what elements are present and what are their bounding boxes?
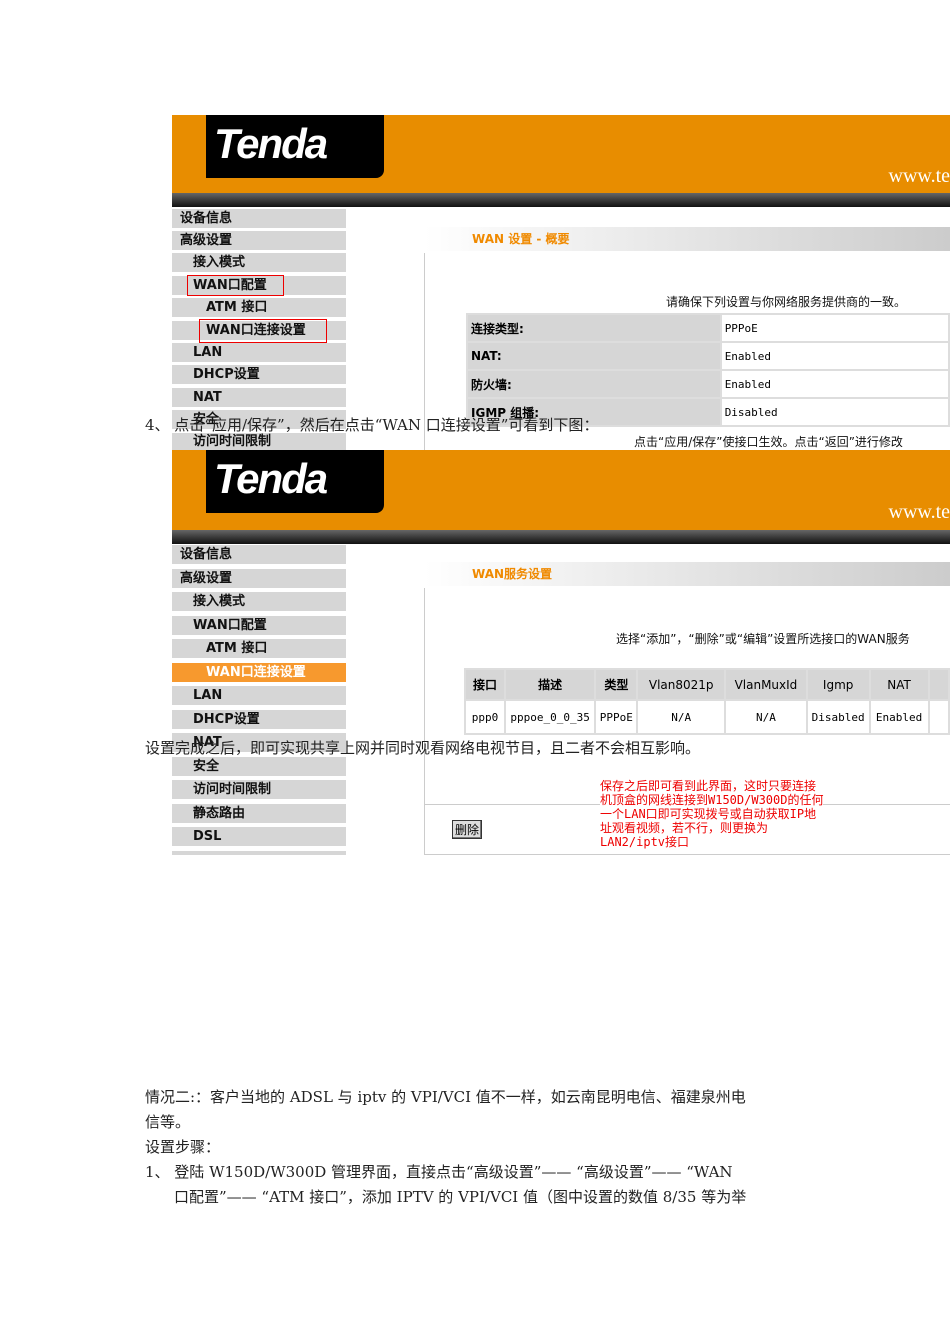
value: Enabled — [719, 341, 950, 371]
website-url: www.te — [888, 501, 950, 523]
sidebar-item[interactable] — [172, 850, 346, 855]
column-header — [927, 668, 950, 701]
sidebar-item[interactable]: ATM 接口 — [172, 639, 346, 658]
sidebar-item[interactable]: 接入模式 — [172, 253, 346, 272]
router-screenshot-wan-summary: Tenda www.te 设备信息 高级设置 接入模式 WAN口配置 ATM 接… — [172, 115, 950, 450]
sidebar-item[interactable]: 安全 — [172, 756, 346, 776]
cell: Disabled — [805, 699, 871, 735]
step-1-line1: 1、 登陆 W150D/W300D 管理界面，直接点击“高级设置”—— “高级设… — [145, 1163, 733, 1181]
website-url: www.te — [888, 165, 950, 187]
column-header: 类型 — [594, 668, 639, 701]
label: NAT: — [466, 341, 722, 371]
case2-line1: 情况二:：客户当地的 ADSL 与 iptv 的 VPI/VCI 值不一样，如云… — [145, 1088, 746, 1106]
sidebar-item[interactable]: NAT — [172, 388, 346, 407]
value: Disabled — [719, 397, 950, 427]
table-header-row: 接口 描述 类型 Vlan8021p VlanMuxId Igmp NAT — [464, 668, 950, 701]
cell — [927, 699, 950, 735]
header-banner: Tenda www.te — [172, 450, 950, 530]
step-1-line2: 口配置”—— “ATM 接口”，添加 IPTV 的 VPI/VCI 值（图中设置… — [174, 1188, 747, 1206]
cell: ppp0 — [464, 699, 506, 735]
table-row: NAT: Enabled — [466, 341, 950, 371]
instruction-text: 请确保下列设置与你网络服务提供商的一致。 — [666, 295, 907, 309]
header-divider — [172, 530, 950, 544]
sidebar-item[interactable]: LAN — [172, 686, 346, 705]
table-row: 防火墙: Enabled — [466, 369, 950, 399]
column-header: 描述 — [503, 668, 597, 701]
value: PPPoE — [719, 313, 950, 343]
sidebar-item[interactable]: 设备信息 — [172, 545, 346, 564]
sidebar-item[interactable]: 静态路由 — [172, 803, 346, 823]
label: 连接类型: — [466, 313, 722, 343]
sidebar-item[interactable]: 高级设置 — [172, 231, 346, 250]
cell: Enabled — [868, 699, 930, 735]
sidebar-item[interactable]: ATM 接口 — [172, 298, 346, 317]
sidebar-item[interactable]: 访问时间限制 — [172, 433, 346, 450]
delete-button[interactable]: 删除 — [452, 820, 483, 839]
case2-line2: 信等。 — [145, 1113, 191, 1131]
sidebar-item[interactable]: DHCP设置 — [172, 709, 346, 729]
wan-service-table: 接口 描述 类型 Vlan8021p VlanMuxId Igmp NAT pp… — [464, 668, 950, 735]
header-banner: Tenda www.te — [172, 115, 950, 193]
instruction-text: 选择“添加”，“删除”或“编辑”设置所选接口的WAN服务 — [616, 632, 910, 646]
cell: PPPoE — [594, 699, 639, 735]
highlight-box — [199, 319, 327, 343]
sidebar-item[interactable]: LAN — [172, 343, 346, 362]
value: Enabled — [719, 369, 950, 399]
label: 防火墙: — [466, 369, 722, 399]
steps-title: 设置步骤： — [145, 1138, 221, 1156]
sidebar-item[interactable]: DHCP设置 — [172, 365, 346, 384]
sidebar-item[interactable]: 接入模式 — [172, 592, 346, 611]
table-row: ppp0 pppoe_0_0_35 PPPoE N/A N/A Disabled… — [464, 699, 950, 735]
column-header: Vlan8021p — [636, 668, 727, 701]
step-4-text: 4、 点击“应用/保存”，然后在点击“WAN 口连接设置”可看到下图： — [145, 416, 599, 434]
column-header: Igmp — [805, 668, 871, 701]
content-title: WAN 设置 - 概要 — [424, 227, 950, 251]
header-divider — [172, 193, 950, 207]
document-page: Tenda www.te 设备信息 高级设置 接入模式 WAN口配置 ATM 接… — [0, 0, 950, 1344]
router-screenshot-wan-service: Tenda www.te 设备信息 高级设置 接入模式 WAN口配置 ATM 接… — [172, 450, 950, 855]
result-text: 设置完成之后，即可实现共享上网并同时观看网络电视节目，且二者不会相互影响。 — [145, 739, 701, 757]
column-header: VlanMuxId — [724, 668, 808, 701]
highlight-box — [187, 275, 284, 296]
sidebar-item[interactable]: DSL — [172, 827, 346, 846]
sidebar-item[interactable]: 设备信息 — [172, 209, 346, 228]
tenda-logo: Tenda — [206, 115, 384, 178]
annotation-text: 保存之后即可看到此界面，这时只要连接 机顶盒的网线连接到W150D/W300D的… — [600, 779, 824, 849]
sidebar-item[interactable]: WAN口配置 — [172, 615, 346, 635]
sidebar-item-active[interactable]: WAN口连接设置 — [172, 662, 346, 682]
sidebar-item[interactable]: 高级设置 — [172, 568, 346, 588]
wan-summary-table: 连接类型: PPPoE NAT: Enabled 防火墙: Enabled IGMP … — [466, 313, 950, 427]
cell: N/A — [724, 699, 808, 735]
tenda-logo: Tenda — [206, 450, 384, 513]
content-title: WAN服务设置 — [424, 562, 950, 586]
column-header: NAT — [868, 668, 930, 701]
footer-note: 点击“应用/保存”使接口生效。点击“返回”进行修改 — [634, 435, 903, 449]
cell: N/A — [636, 699, 727, 735]
cell: pppoe_0_0_35 — [503, 699, 597, 735]
column-header: 接口 — [464, 668, 506, 701]
table-row: 连接类型: PPPoE — [466, 313, 950, 343]
sidebar-item[interactable]: 访问时间限制 — [172, 780, 346, 799]
